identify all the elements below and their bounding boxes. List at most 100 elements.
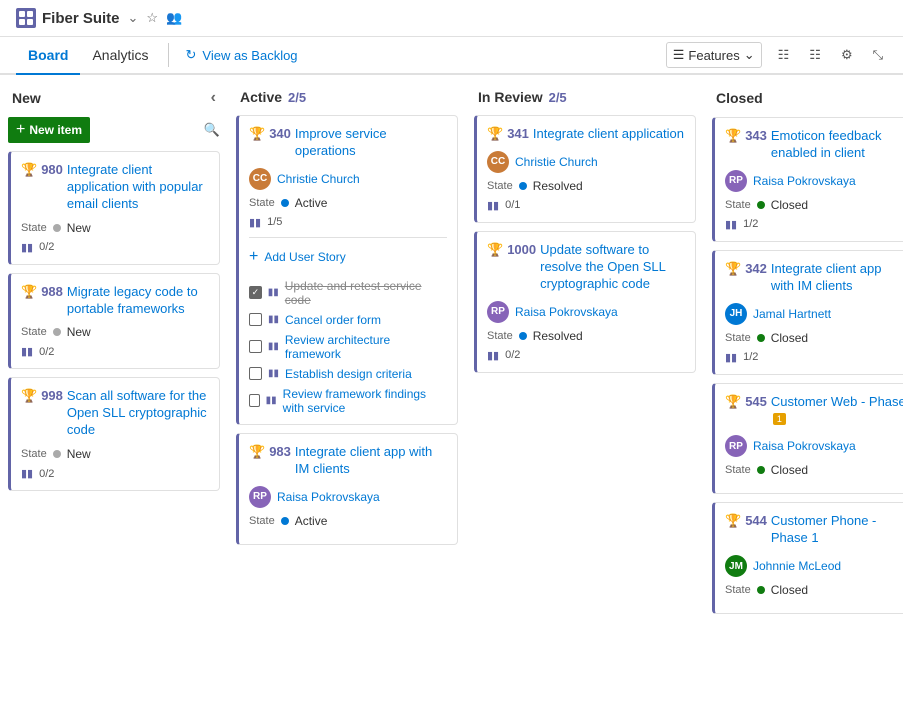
col-body-review: 🏆 341 Integrate client application CC Ch…: [470, 111, 700, 677]
child-checkbox-3[interactable]: [249, 340, 262, 353]
child-name-1[interactable]: Update and retest service code: [285, 279, 447, 307]
child-checkbox-1[interactable]: ✓: [249, 286, 262, 299]
col-collapse-new[interactable]: ‹: [211, 89, 216, 107]
add-user-story-btn[interactable]: + Add User Story: [249, 244, 447, 270]
state-dot-resolved: [519, 332, 527, 340]
column-closed: Closed ‹ 🏆 343 Emoticon feedback enabled…: [708, 83, 903, 677]
card-341: 🏆 341 Integrate client application CC Ch…: [474, 115, 696, 223]
assignee-name-340[interactable]: Christie Church: [277, 172, 360, 186]
card-998-id: 998: [41, 388, 63, 403]
state-value: Active: [295, 196, 328, 210]
child-item-1: ✓ ▮▮ Update and retest service code: [249, 276, 447, 310]
progress-bar-icon: ▮▮: [249, 216, 261, 229]
logo-icon: [16, 8, 36, 28]
card-342-name[interactable]: Integrate client app with IM clients: [771, 261, 903, 295]
card-983-state: State Active: [249, 514, 447, 528]
star-icon[interactable]: ☆: [146, 10, 158, 26]
state-label: State: [487, 180, 513, 192]
card-340-name[interactable]: Improve service operations: [295, 126, 447, 160]
card-988-name[interactable]: Migrate legacy code to portable framewor…: [67, 284, 209, 318]
progress-bar-icon: ▮▮: [725, 351, 737, 364]
card-980-name[interactable]: Integrate client application with popula…: [67, 162, 209, 213]
assignee-name-341[interactable]: Christie Church: [515, 155, 598, 169]
avatar-rp: RP: [487, 301, 509, 323]
view-as-backlog-btn[interactable]: ↻ View as Backlog: [177, 39, 305, 71]
state-label: State: [21, 448, 47, 460]
plus-icon: +: [16, 121, 25, 139]
progress-value: 1/5: [267, 216, 282, 228]
card-341-id: 341: [507, 126, 529, 141]
plus-icon: +: [249, 248, 258, 266]
nav-bar: Board Analytics ↻ View as Backlog ☰ Feat…: [0, 37, 903, 75]
card-340-progress: ▮▮ 1/5: [249, 216, 447, 229]
search-icon[interactable]: 🔍: [204, 122, 220, 138]
progress-value: 0/1: [505, 199, 520, 211]
nav-right: ☰ Features ⌄ ☷ ☷ ⚙ ⤡: [666, 42, 887, 68]
features-btn[interactable]: ☰ Features ⌄: [666, 42, 762, 68]
state-value: New: [67, 325, 91, 339]
state-label: State: [725, 464, 751, 476]
card-1000: 🏆 1000 Update software to resolve the Op…: [474, 231, 696, 373]
card-980: 🏆 980 Integrate client application with …: [8, 151, 220, 265]
state-dot-resolved: [519, 182, 527, 190]
card-544-state: State Closed: [725, 583, 903, 597]
card-343-name[interactable]: Emoticon feedback enabled in client: [771, 128, 903, 162]
card-998-state: State New: [21, 447, 209, 461]
state-label: State: [21, 222, 47, 234]
col-header-review: In Review 2/5: [470, 83, 700, 111]
card-980-id: 980: [41, 162, 63, 177]
child-item-4: ▮▮ Establish design criteria: [249, 364, 447, 384]
card-544-name[interactable]: Customer Phone - Phase 1: [771, 513, 903, 547]
child-name-3[interactable]: Review architecture framework: [285, 333, 447, 361]
child-name-4[interactable]: Establish design criteria: [285, 367, 412, 381]
assignee-name-1000[interactable]: Raisa Pokrovskaya: [515, 305, 618, 319]
child-item-3: ▮▮ Review architecture framework: [249, 330, 447, 364]
card-341-avatar: CC Christie Church: [487, 151, 685, 173]
card-1000-avatar: RP Raisa Pokrovskaya: [487, 301, 685, 323]
new-item-button[interactable]: + New item: [8, 117, 90, 143]
progress-value: 1/2: [743, 351, 758, 363]
col-count-active: 2/5: [288, 90, 306, 105]
avatar-cc: CC: [487, 151, 509, 173]
card-1000-id: 1000: [507, 242, 536, 257]
progress-bar-icon: ▮▮: [487, 199, 499, 212]
child-name-5[interactable]: Review framework findings with service: [283, 387, 447, 415]
card-341-name[interactable]: Integrate client application: [533, 126, 684, 143]
child-checkbox-2[interactable]: [249, 313, 262, 326]
filter-icon[interactable]: ☷: [805, 43, 825, 67]
card-545-name[interactable]: Customer Web - Phase 1: [771, 394, 903, 428]
card-988: 🏆 988 Migrate legacy code to portable fr…: [8, 273, 220, 370]
app-logo: Fiber Suite: [16, 8, 120, 28]
card-340-title: 🏆 340 Improve service operations: [249, 126, 447, 160]
tab-analytics[interactable]: Analytics: [80, 37, 160, 75]
col-header-closed: Closed ‹: [708, 83, 903, 113]
chevron-down-icon[interactable]: ⌄: [128, 10, 139, 26]
column-settings-icon[interactable]: ☷: [774, 43, 794, 67]
card-1000-name[interactable]: Update software to resolve the Open SLL …: [540, 242, 685, 293]
state-dot-new: [53, 224, 61, 232]
card-983-name[interactable]: Integrate client app with IM clients: [295, 444, 447, 478]
assignee-name-545[interactable]: Raisa Pokrovskaya: [753, 439, 856, 453]
progress-value: 0/2: [39, 468, 54, 480]
state-value: Closed: [771, 463, 808, 477]
tab-board[interactable]: Board: [16, 37, 80, 75]
card-340-id: 340: [269, 126, 291, 141]
assignee-name-342[interactable]: Jamal Hartnett: [753, 307, 831, 321]
assignee-name-983[interactable]: Raisa Pokrovskaya: [277, 490, 380, 504]
assignee-name-343[interactable]: Raisa Pokrovskaya: [753, 174, 856, 188]
assignee-name-544[interactable]: Johnnie McLeod: [753, 559, 841, 573]
expand-icon[interactable]: ⤡: [869, 43, 887, 67]
child-name-2[interactable]: Cancel order form: [285, 313, 381, 327]
bar-icon: ▮▮: [268, 341, 279, 352]
people-icon[interactable]: 👥: [166, 10, 182, 26]
child-checkbox-4[interactable]: [249, 367, 262, 380]
card-998-name[interactable]: Scan all software for the Open SLL crypt…: [67, 388, 209, 439]
progress-value: 0/2: [39, 346, 54, 358]
gear-icon[interactable]: ⚙: [837, 43, 857, 67]
top-bar-actions: ⌄ ☆ 👥: [128, 10, 183, 26]
state-dot-new: [53, 450, 61, 458]
child-checkbox-5[interactable]: [249, 394, 260, 407]
column-in-review: In Review 2/5 🏆 341 Integrate client app…: [470, 83, 700, 677]
backlog-icon: ↻: [185, 47, 196, 63]
avatar-jh: JH: [725, 303, 747, 325]
